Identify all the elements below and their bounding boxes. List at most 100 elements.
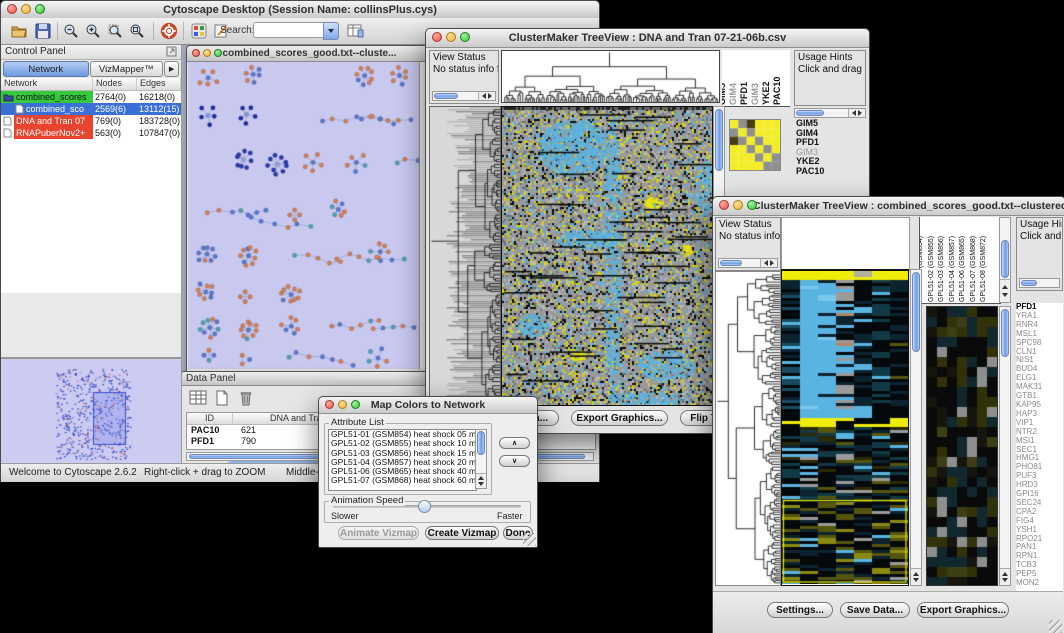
table-row[interactable]: combined_scores 2764(0) 16218(0) (1, 91, 181, 103)
heatmap-main[interactable] (781, 269, 909, 586)
scroll-down-icon[interactable] (1002, 293, 1008, 297)
scrollbar-thumb[interactable] (715, 109, 723, 171)
zoom-selected-button[interactable] (105, 21, 125, 41)
minimize-button[interactable] (338, 400, 347, 409)
heatmap-canvas[interactable] (782, 271, 908, 584)
tab-vizmapper[interactable]: VizMapper™ (90, 61, 164, 77)
scroll-up-icon[interactable] (478, 476, 484, 480)
scroll-up-icon[interactable] (1002, 285, 1008, 289)
scroll-right-icon[interactable] (858, 110, 862, 116)
minimize-button[interactable] (203, 49, 211, 57)
open-session-button[interactable] (9, 21, 29, 41)
scroll-left-icon[interactable] (482, 93, 486, 99)
submatrix-canvas[interactable] (730, 120, 780, 170)
header-id[interactable]: ID (187, 413, 233, 424)
create-vizmap-button[interactable]: Create Vizmap (425, 526, 499, 540)
search-dropdown-arrow[interactable] (323, 22, 339, 40)
settings-button[interactable]: Settings... (767, 602, 833, 618)
scroll-left-icon[interactable] (764, 260, 768, 266)
minimize-button[interactable] (446, 32, 456, 42)
row-dendrogram[interactable] (715, 271, 781, 586)
treeview2-titlebar[interactable]: ClusterMaker TreeView : combined_scores_… (713, 197, 1064, 216)
scroll-down-icon[interactable] (478, 482, 484, 486)
heatmap-secondary[interactable] (926, 306, 998, 586)
export-graphics-button[interactable]: Export Graphics... (917, 602, 1009, 618)
zoom-fit-button[interactable] (127, 21, 147, 41)
minimize-button[interactable] (21, 4, 31, 14)
birdseye-canvas[interactable] (1, 359, 179, 463)
view-status-hscrollbar[interactable] (432, 91, 496, 101)
usage-hints-hscrollbar[interactable] (1019, 278, 1060, 288)
view-status-hscrollbar[interactable] (718, 258, 778, 268)
move-down-button[interactable]: ∨ (499, 455, 530, 467)
zoom-out-button[interactable] (61, 21, 81, 41)
usage-hints-hscrollbar[interactable] (794, 108, 866, 118)
zoom-in-button[interactable] (83, 21, 103, 41)
row-dendrogram-canvas[interactable] (430, 107, 500, 405)
search-input[interactable] (253, 22, 327, 38)
attribute-item[interactable]: GPL51-07 (GSM868) heat shock 60 min (329, 476, 476, 485)
zoom-button[interactable] (351, 400, 360, 409)
close-button[interactable] (325, 400, 334, 409)
header-edges[interactable]: Edges (137, 78, 181, 90)
scrollbar-thumb[interactable] (912, 272, 920, 352)
float-panel-icon[interactable] (166, 46, 177, 57)
attribute-browser-button[interactable] (345, 21, 365, 41)
close-button[interactable] (719, 200, 729, 210)
zoom-button[interactable] (35, 4, 45, 14)
close-button[interactable] (192, 49, 200, 57)
scroll-down-icon[interactable] (1002, 578, 1008, 582)
new-attribute-button[interactable] (212, 389, 232, 409)
close-button[interactable] (7, 4, 17, 14)
heatmap-main[interactable] (501, 106, 713, 406)
table-row[interactable]: DNA and Tran 07 769(0) 183728(0) (1, 115, 181, 127)
selected-submatrix[interactable] (729, 119, 781, 171)
scrollbar-thumb[interactable] (720, 260, 742, 266)
gene-label[interactable]: MON2 (1016, 579, 1063, 588)
export-graphics-button[interactable]: Export Graphics... (571, 410, 668, 426)
scroll-down-icon[interactable] (913, 578, 919, 582)
help-button[interactable] (159, 21, 179, 41)
close-button[interactable] (432, 32, 442, 42)
delete-attribute-button[interactable] (236, 389, 256, 409)
column-dendrogram-area[interactable] (781, 217, 910, 271)
heatmap-secondary-vscrollbar[interactable] (999, 306, 1011, 586)
animate-vizmap-button[interactable]: Animate Vizmap (338, 526, 419, 540)
scrollbar-thumb[interactable] (796, 110, 824, 116)
table-row[interactable]: RNAPuberNov2+ 563(0) 107847(0) (1, 127, 181, 139)
table-mode-button[interactable] (188, 389, 208, 409)
scrollbar-thumb[interactable] (1001, 309, 1009, 357)
birdseye-overview[interactable] (1, 357, 181, 465)
tab-network[interactable]: Network (3, 61, 89, 77)
row-dendrogram[interactable] (429, 106, 501, 406)
vizmapper-tool-button[interactable] (189, 21, 209, 41)
treeview1-titlebar[interactable]: ClusterMaker TreeView : DNA and Tran 07-… (426, 29, 869, 48)
resize-grip[interactable] (1049, 620, 1062, 633)
column-dendrogram[interactable] (501, 50, 720, 103)
tab-overflow-button[interactable]: ▶ (164, 61, 179, 77)
scroll-right-icon[interactable] (488, 93, 492, 99)
attribute-list-vscrollbar[interactable] (475, 429, 487, 489)
scrollbar-thumb[interactable] (1001, 240, 1009, 278)
scroll-up-icon[interactable] (1002, 572, 1008, 576)
column-dendrogram-canvas[interactable] (502, 51, 719, 102)
scrollbar-thumb[interactable] (477, 431, 485, 455)
scroll-right-icon[interactable] (770, 260, 774, 266)
heatmap-vscrollbar[interactable] (910, 269, 922, 586)
column-labels-vscrollbar[interactable] (999, 217, 1011, 303)
save-data-button[interactable]: Save Data... (840, 602, 910, 618)
zoom-button[interactable] (214, 49, 222, 57)
zoom-button[interactable] (747, 200, 757, 210)
zoom-button[interactable] (460, 32, 470, 42)
move-up-button[interactable]: ∧ (499, 437, 530, 449)
minimize-button[interactable] (733, 200, 743, 210)
animation-speed-slider-thumb[interactable] (418, 500, 431, 513)
scrollbar-thumb[interactable] (1021, 280, 1037, 286)
dialog-titlebar[interactable]: Map Colors to Network (319, 397, 537, 414)
header-nodes[interactable]: Nodes (93, 78, 137, 90)
heatmap-secondary-canvas[interactable] (927, 307, 997, 585)
table-row-selected[interactable]: combined_sco 2569(6) 13112(15) (1, 103, 181, 115)
network-view-titlebar[interactable]: combined_scores_good.txt--cluste... (187, 46, 432, 62)
save-session-button[interactable] (33, 21, 53, 41)
scrollbar-thumb[interactable] (434, 93, 458, 99)
